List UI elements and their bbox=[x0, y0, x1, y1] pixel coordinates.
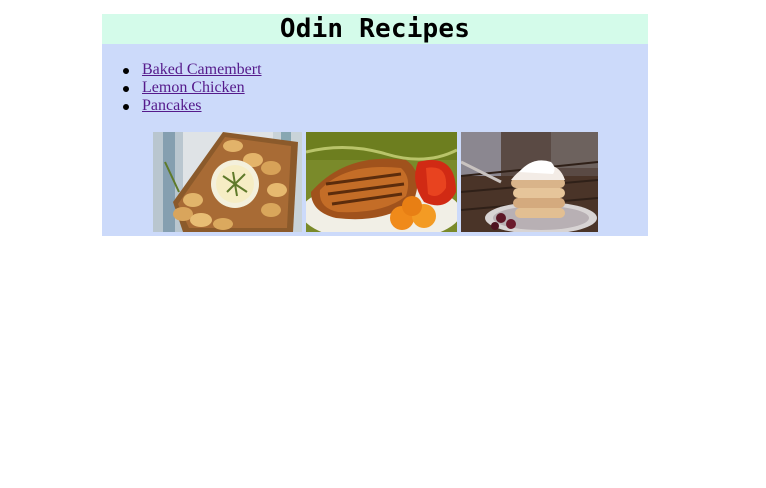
list-item: Baked Camembert bbox=[142, 61, 262, 79]
bullet-icon bbox=[123, 79, 129, 97]
recipes-panel: Baked Camembert Lemon Chicken Pancakes bbox=[102, 44, 648, 236]
baked-camembert-photo bbox=[153, 132, 302, 232]
recipe-link-lemon-chicken[interactable]: Lemon Chicken bbox=[142, 79, 245, 96]
list-item: Lemon Chicken bbox=[142, 79, 262, 97]
bullet-icon bbox=[123, 61, 129, 79]
recipe-link-pancakes[interactable]: Pancakes bbox=[142, 97, 202, 114]
list-item: Pancakes bbox=[142, 97, 262, 115]
recipe-list: Baked Camembert Lemon Chicken Pancakes bbox=[142, 61, 262, 115]
pancakes-photo bbox=[461, 132, 598, 232]
page-container: Odin Recipes Baked Camembert Lemon Chick… bbox=[102, 14, 648, 236]
lemon-chicken-photo bbox=[306, 132, 457, 232]
bullet-icon bbox=[123, 97, 129, 115]
page-header: Odin Recipes bbox=[102, 14, 648, 44]
page-title: Odin Recipes bbox=[279, 14, 471, 44]
recipe-link-baked-camembert[interactable]: Baked Camembert bbox=[142, 61, 262, 78]
